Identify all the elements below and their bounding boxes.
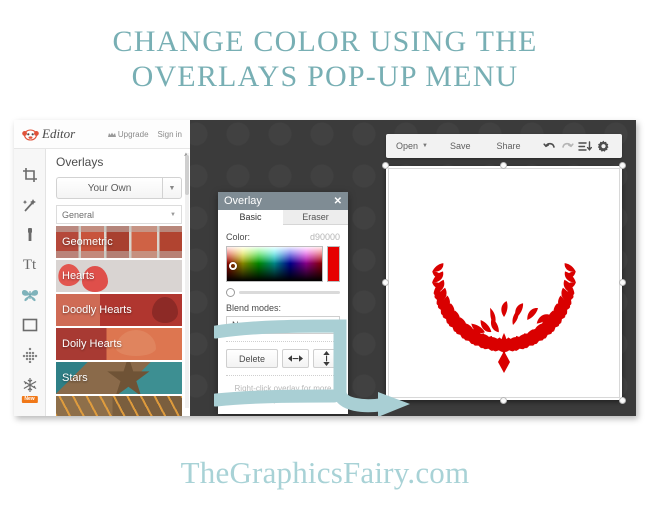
new-badge: New [21,396,38,403]
redo-arrow-icon[interactable] [558,141,576,152]
list-item[interactable]: Hearts [56,260,182,292]
export-download-icon[interactable] [576,140,594,152]
overlay-dialog-hint: Right-click overlay for more options. [234,384,332,404]
page-root: Change Color Using the Overlays Pop-Up M… [0,0,650,518]
texture-icon[interactable] [20,345,40,365]
overlays-panel-title: Overlays [56,155,104,169]
close-x-icon[interactable]: ✕ [334,196,342,207]
picmonkey-monkey-icon [22,128,39,141]
chevron-down-icon[interactable]: ▼ [422,143,428,149]
list-item[interactable] [56,396,182,416]
editor-header: Editor Upgrade Sign in [14,120,190,149]
your-own-button[interactable]: Your Own [56,177,162,199]
overlay-dialog-title: Overlay [224,195,262,207]
list-item[interactable]: Doily Hearts [56,328,182,360]
editor-header-actions: Upgrade Sign in [107,129,182,139]
list-item-label: Doodly Hearts [62,304,132,316]
crop-icon[interactable] [20,165,40,185]
overlays-panel: Overlays Your Own ▼ General ▼ Geometric [46,149,190,416]
crown-icon [107,131,116,137]
saturation-value-picker[interactable] [226,246,323,282]
divider [226,341,340,342]
delete-button[interactable]: Delete [226,349,278,368]
blend-mode-select[interactable]: Normal ▼ [226,316,340,334]
editor-panel-body: Tt New Overlays Your Own ▼ General ▼ Geo… [14,149,190,416]
selection-handle[interactable] [382,397,389,404]
tab-eraser[interactable]: Eraser [283,210,348,225]
selection-handle[interactable] [500,162,507,169]
chevron-down-icon[interactable]: ▼ [162,177,182,199]
page-title: Change Color Using the Overlays Pop-Up M… [0,24,650,94]
signin-link[interactable]: Sign in [158,130,182,139]
selection-handle[interactable] [382,162,389,169]
blend-mode-value: Normal [232,320,262,330]
editor-screenshot: Editor Upgrade Sign in Tt New Overlays Y… [14,120,636,416]
your-own-control: Your Own ▼ [56,177,182,199]
list-item-label: Geometric [62,236,113,248]
category-select-value: General [62,209,95,220]
undo-arrow-icon[interactable] [541,141,559,152]
upgrade-label: Upgrade [117,129,149,139]
touch-up-icon[interactable] [20,225,40,245]
overlay-dialog-tabs: Basic Eraser [218,210,348,225]
selection-handle[interactable] [619,279,626,286]
divider [226,375,340,376]
page-title-line2: Overlays Pop-Up Menu [131,60,519,93]
editor-left-panel: Editor Upgrade Sign in Tt New Overlays Y… [14,120,190,416]
editor-toolbar: Open ▼ Save Share [386,134,622,158]
open-button[interactable]: Open [396,141,418,151]
share-button[interactable]: Share [497,141,521,151]
list-item[interactable]: Doodly Hearts [56,294,182,326]
overlay-dialog-body: Color: d90000 Blend modes: Normal ▼ Dele… [218,225,348,414]
overlay-category-list: Geometric Hearts Doodly Hearts Doily Hea… [56,226,182,416]
flip-horizontal-icon[interactable] [282,349,309,368]
flip-vertical-icon[interactable] [313,349,340,368]
editor-canvas[interactable] [382,162,626,404]
save-button[interactable]: Save [450,141,471,151]
chevron-down-icon: ▼ [170,211,176,218]
list-item-label: Stars [62,372,88,384]
text-icon[interactable]: Tt [20,255,40,275]
color-row: Color: d90000 [226,232,340,242]
butterfly-icon[interactable] [20,285,40,305]
list-item[interactable]: Geometric [56,226,182,258]
chevron-down-icon: ▼ [328,322,334,328]
color-picker [226,246,340,282]
overlay-action-buttons: Delete [226,349,340,368]
list-item-label: Doily Hearts [62,338,122,350]
red-laurel-wreath-artwork[interactable] [409,183,599,383]
watermark: TheGraphicsFairy.com [180,455,470,490]
frame-icon[interactable] [20,315,40,335]
blend-modes-label: Blend modes: [226,303,282,313]
upgrade-link[interactable]: Upgrade [107,129,149,139]
tab-basic[interactable]: Basic [218,210,283,225]
fade-slider-track[interactable] [239,291,340,294]
picker-cursor[interactable] [229,262,237,270]
tool-rail: Tt New [14,149,46,416]
color-label: Color: [226,232,251,242]
selection-handle[interactable] [619,162,626,169]
list-item[interactable]: Stars [56,362,182,394]
editor-logo-word: Editor [42,126,76,141]
panel-scrollbar-thumb[interactable] [185,155,189,195]
hue-slider[interactable] [327,246,340,282]
fade-slider-knob[interactable] [226,288,235,297]
overlay-dialog-titlebar[interactable]: Overlay ✕ [218,192,348,210]
selection-handle[interactable] [619,397,626,404]
magic-wand-icon[interactable] [20,195,40,215]
picmonkey-logo[interactable]: Editor [22,126,75,142]
category-select[interactable]: General ▼ [56,205,182,224]
snowflake-icon[interactable]: New [20,375,40,403]
list-item-label: Hearts [62,270,95,282]
gear-icon[interactable] [594,140,612,153]
color-hex-value[interactable]: d90000 [310,232,340,242]
page-title-line1: Change Color Using the [112,25,538,58]
selection-handle[interactable] [382,279,389,286]
overlay-dialog: Overlay ✕ Basic Eraser Color: d90000 Ble… [218,192,348,414]
fade-slider[interactable] [226,288,340,297]
selection-handle[interactable] [500,397,507,404]
